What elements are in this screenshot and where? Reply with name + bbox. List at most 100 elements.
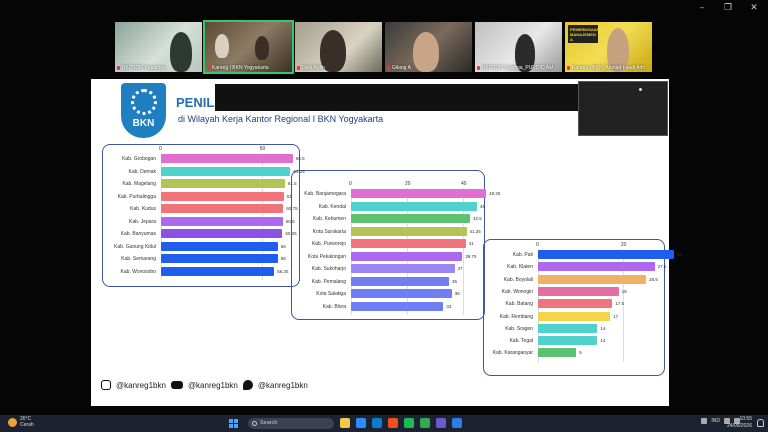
restore-button[interactable]: ❐ [720, 3, 736, 13]
value-label: 19 [621, 288, 627, 294]
clock-time: 10:55 [739, 416, 752, 422]
chrome-icon[interactable] [420, 418, 430, 428]
value-label: 64.25 [293, 168, 305, 174]
category-label: Kab. Blora [322, 303, 346, 310]
value-label: 33 [446, 303, 452, 309]
weather-condition: Cerah [20, 422, 34, 428]
word-icon[interactable] [452, 418, 462, 428]
edge-icon[interactable] [372, 418, 382, 428]
category-label: Kab. Demak [128, 168, 156, 175]
x-tick-label: 50 [259, 146, 266, 152]
category-label: Kab. Grobogan [122, 156, 156, 162]
bar [161, 204, 284, 213]
weather-widget[interactable]: 26°C Cerah [8, 416, 34, 428]
file-explorer-icon[interactable] [340, 418, 350, 428]
clock-date: 24/06/2026 [726, 423, 752, 429]
bar-row: Kab. Purworejo 41 [312, 239, 491, 248]
bkn-logo: BKN [121, 83, 166, 138]
participant-tile[interactable]: BKPSDM Salatiga_PURDIO AM [475, 22, 562, 72]
taskbar-clock[interactable]: 10:55 24/06/2026 [727, 416, 752, 430]
x-tick-label: 20 [620, 242, 627, 248]
bar [351, 201, 477, 211]
value-label: 14 [600, 325, 606, 331]
bar [351, 239, 466, 248]
bar [161, 266, 275, 276]
bar [351, 214, 470, 223]
x-tick-label: 0 [536, 242, 539, 248]
minimize-button[interactable]: – [694, 3, 710, 13]
bkn-emblem-icon [130, 89, 157, 115]
notification-bell-icon[interactable] [757, 419, 764, 427]
value-label: 41 [468, 241, 474, 246]
window-controls: – ❐ ✕ [694, 3, 762, 13]
value-label: 41.25 [469, 228, 481, 234]
bar-row: Kota Pekalongan 39.75 [308, 251, 491, 261]
mic-muted-icon [567, 65, 570, 70]
value-label: 48.25 [489, 191, 501, 196]
value-label: 17.5 [615, 301, 624, 307]
value-label: 58 [280, 256, 286, 261]
slide-subtitle: di Wilayah Kerja Kantor Regional I BKN Y… [178, 114, 384, 124]
bar [538, 299, 613, 309]
bar-row: Kab. Karanganyar 9 [493, 348, 678, 358]
category-label: Kab. Batang [505, 301, 533, 308]
zoom-icon[interactable] [356, 418, 366, 428]
participant-tile[interactable]: BKPSDM Kebumen [115, 22, 202, 72]
bar-row: Kab. Kudus 60.75 [130, 204, 306, 213]
category-label: Kab. Purbalingga [117, 193, 156, 200]
participant-tile-active[interactable]: Kanreg I BKN Yogyakarta [203, 20, 294, 74]
spotify-icon[interactable] [404, 418, 414, 428]
value-label: 65.5 [295, 156, 305, 161]
youtube-handle: @kanreg1bkn [187, 380, 238, 390]
x-tick-label: 0 [159, 146, 162, 152]
bar-row: Kab. Kebumen 42.5 [313, 214, 491, 223]
category-label: Kab. Semarang [121, 256, 156, 262]
bar-row: Kab. Blora 33 [323, 301, 491, 311]
category-label: Kab. Kebumen [312, 216, 346, 222]
value-label: 9 [579, 350, 582, 356]
language-indicator[interactable]: IND [711, 418, 720, 424]
bar-row: Kab. Wonosobo 56.25 [121, 266, 306, 276]
bar-row: Kab. Banyumas 60.25 [121, 229, 306, 238]
category-label: Kab. Pemalang [311, 278, 346, 285]
close-button[interactable]: ✕ [746, 3, 762, 13]
x-tick-label: 40 [461, 181, 467, 187]
value-label: 58 [280, 243, 286, 249]
bar [351, 276, 449, 286]
bar-row: Kab. Purbalingga 61 [118, 191, 306, 201]
category-label: Kab. Kendal [318, 203, 346, 210]
windows-start-icon[interactable] [229, 419, 238, 428]
brave-icon[interactable] [388, 418, 398, 428]
bar [161, 191, 284, 201]
bar [538, 323, 598, 333]
participant-video [255, 36, 269, 60]
bar [538, 311, 611, 321]
meeting-app-window: – ❐ ✕ BKPSDM Kebumen Kanreg I BKN Yogyak… [0, 0, 768, 415]
value-label: 36 [454, 291, 460, 296]
value-label: 60.25 [285, 231, 297, 236]
bar [351, 189, 487, 198]
taskbar-search[interactable]: Search [248, 418, 334, 429]
bar [351, 264, 455, 273]
participant-strip: BKPSDM Kebumen Kanreg I BKN Yogyakarta D… [115, 20, 652, 74]
self-view-video[interactable] [578, 81, 668, 136]
bar-row: Kab. Rembang 17 [500, 311, 678, 321]
bar-row: Kab. Semarang 58 [121, 254, 306, 263]
participant-tile[interactable]: Gilang A [385, 22, 472, 72]
bar-row: Kota Salatiga 36 [316, 289, 491, 298]
app-icon[interactable] [436, 418, 446, 428]
participant-name: Deni Arifin [297, 65, 325, 71]
bar-row: Kab. Sragen 14 [505, 323, 678, 333]
participant-tile[interactable]: PEMERIKSAAN MANAJEMEN A Kanreg I BKN_Ahm… [565, 22, 652, 72]
category-label: Kab. Karanganyar [492, 350, 533, 357]
value-label: 61 [286, 193, 292, 199]
value-label: 37 [457, 266, 463, 271]
mic-muted-icon [387, 65, 390, 70]
participant-tile[interactable]: Deni Arifin [295, 22, 382, 72]
bar [538, 348, 577, 358]
chevron-up-icon[interactable] [701, 418, 708, 424]
taskbar: 26°C Cerah Search IND 10:55 24/06/2026 [0, 415, 768, 432]
mic-muted-icon [207, 65, 210, 70]
bar-row: Kab. Kendal 45 [319, 201, 491, 211]
participant-video [170, 32, 192, 72]
